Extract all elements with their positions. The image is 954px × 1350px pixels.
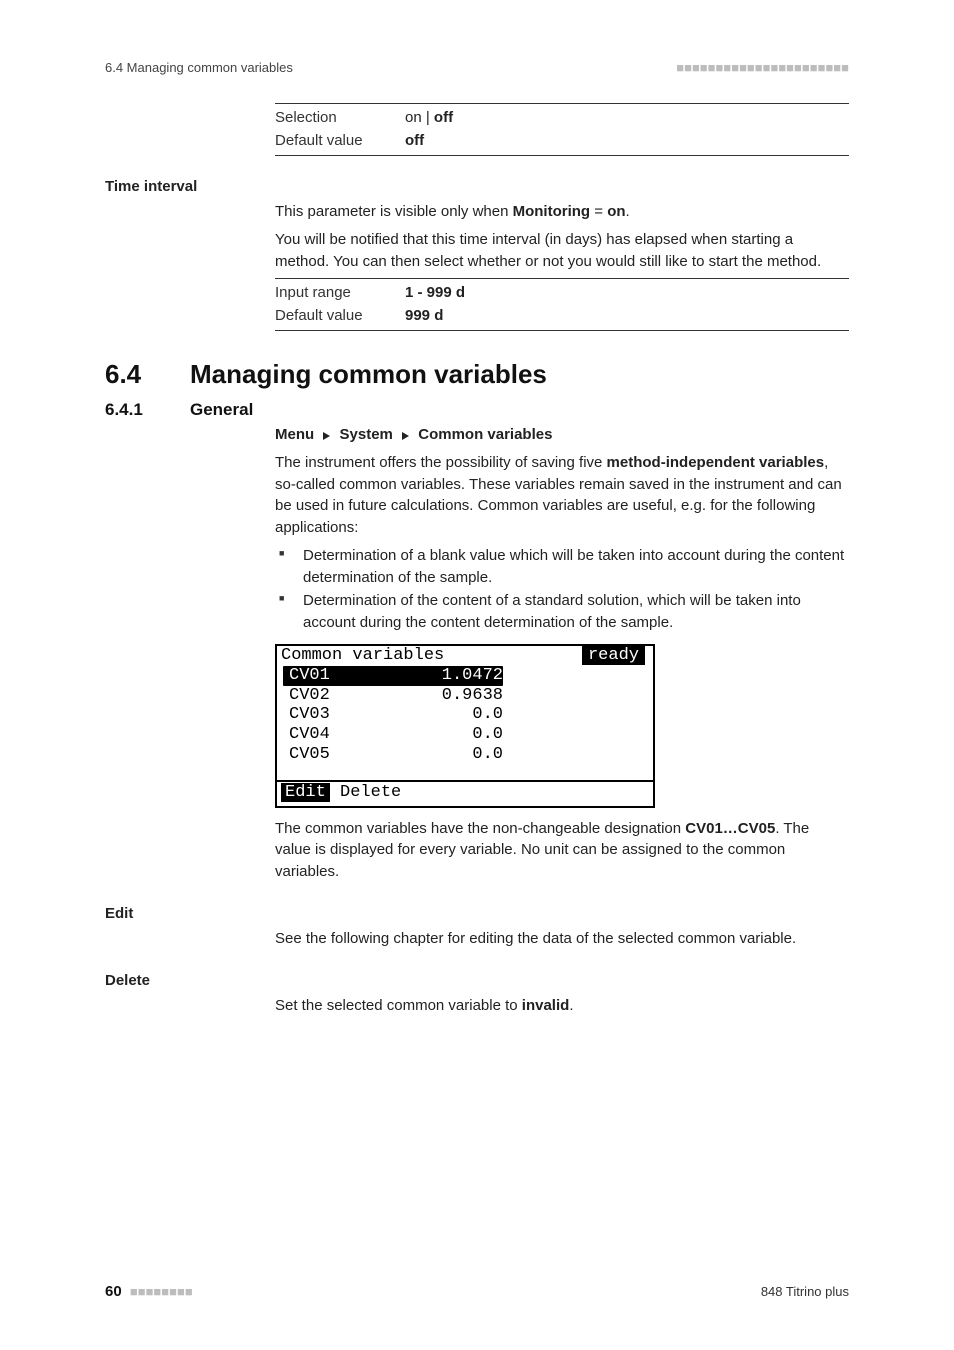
section-title: Managing common variables [190, 359, 547, 390]
lcd-var-name: CV04 [283, 725, 373, 745]
subsection-heading: 6.4.1 General [105, 400, 849, 420]
lcd-header: Common variables ready [277, 646, 653, 667]
lcd-var-value: 0.0 [373, 745, 503, 765]
lcd-status: ready [582, 646, 645, 666]
input-range-table: Input range 1 - 999 d Default value 999 … [275, 278, 849, 331]
lcd-footer: Edit Delete [277, 780, 653, 806]
breadcrumb-item: Menu [275, 426, 314, 443]
time-interval-p1: This parameter is visible only when Moni… [275, 201, 849, 223]
lcd-var-name: CV05 [283, 745, 373, 765]
input-range-value: 1 - 999 d [405, 282, 465, 305]
selection-label: Selection [275, 107, 405, 130]
table-row: Default value 999 d [275, 305, 849, 328]
breadcrumb-item: Common variables [418, 426, 552, 443]
doc-title: 848 Titrino plus [761, 1284, 849, 1299]
table-row: Selection on | off [275, 107, 849, 130]
list-item: Determination of the content of a standa… [299, 590, 849, 634]
default-value: 999 d [405, 305, 443, 328]
lcd-row: CV011.0472 [283, 666, 647, 686]
page-number-block: 60 ■■■■■■■■ [105, 1283, 193, 1300]
selection-table: Selection on | off Default value off [275, 103, 849, 156]
runhead-section: 6.4 Managing common variables [105, 60, 293, 75]
section-heading: 6.4 Managing common variables [105, 359, 849, 390]
input-range-label: Input range [275, 282, 405, 305]
lcd-body: CV011.0472 CV020.9638 CV030.0 CV040.0 CV… [277, 666, 653, 780]
lcd-delete-button: Delete [330, 783, 401, 802]
lcd-row: CV030.0 [283, 705, 647, 725]
running-header: 6.4 Managing common variables ■■■■■■■■■■… [105, 60, 849, 75]
lcd-var-name: CV01 [283, 666, 373, 686]
table-row: Default value off [275, 130, 849, 153]
list-item: Determination of a blank value which wil… [299, 545, 849, 589]
lcd-row: CV040.0 [283, 725, 647, 745]
bullet-list: Determination of a blank value which wil… [275, 545, 849, 634]
breadcrumb: Menu System Common variables [275, 426, 849, 444]
edit-text: See the following chapter for editing th… [275, 928, 849, 950]
time-interval-p2: You will be notified that this time inte… [275, 229, 849, 273]
default-label: Default value [275, 130, 405, 153]
runhead-ornament: ■■■■■■■■■■■■■■■■■■■■■■ [676, 60, 849, 75]
lcd-title: Common variables [281, 646, 444, 666]
delete-text: Set the selected common variable to inva… [275, 995, 849, 1017]
intro-paragraph: The instrument offers the possibility of… [275, 452, 849, 539]
default-label: Default value [275, 305, 405, 328]
lcd-var-name: CV03 [283, 705, 373, 725]
subsection-title: General [190, 400, 253, 420]
table-row: Input range 1 - 999 d [275, 282, 849, 305]
time-interval-heading: Time interval [105, 178, 849, 195]
lcd-var-value: 0.9638 [373, 686, 503, 706]
page-footer: 60 ■■■■■■■■ 848 Titrino plus [105, 1283, 849, 1300]
default-value: off [405, 130, 424, 153]
delete-heading: Delete [105, 972, 849, 989]
footer-ornament: ■■■■■■■■ [130, 1284, 193, 1299]
lcd-var-value: 0.0 [373, 705, 503, 725]
selection-value: on | off [405, 107, 453, 130]
chevron-right-icon [401, 427, 410, 444]
edit-heading: Edit [105, 905, 849, 922]
lcd-row: CV050.0 [283, 745, 647, 765]
chevron-right-icon [322, 427, 331, 444]
section-number: 6.4 [105, 359, 190, 390]
lcd-var-value: 1.0472 [373, 666, 503, 686]
lcd-var-name: CV02 [283, 686, 373, 706]
cv-description: The common variables have the non-change… [275, 818, 849, 883]
lcd-screenshot: Common variables ready CV011.0472 CV020.… [275, 644, 655, 808]
lcd-row: CV020.9638 [283, 686, 647, 706]
lcd-var-value: 0.0 [373, 725, 503, 745]
lcd-spacer [283, 764, 647, 778]
subsection-number: 6.4.1 [105, 400, 190, 420]
breadcrumb-item: System [340, 426, 393, 443]
lcd-edit-button: Edit [281, 783, 330, 802]
page-number: 60 [105, 1283, 122, 1300]
